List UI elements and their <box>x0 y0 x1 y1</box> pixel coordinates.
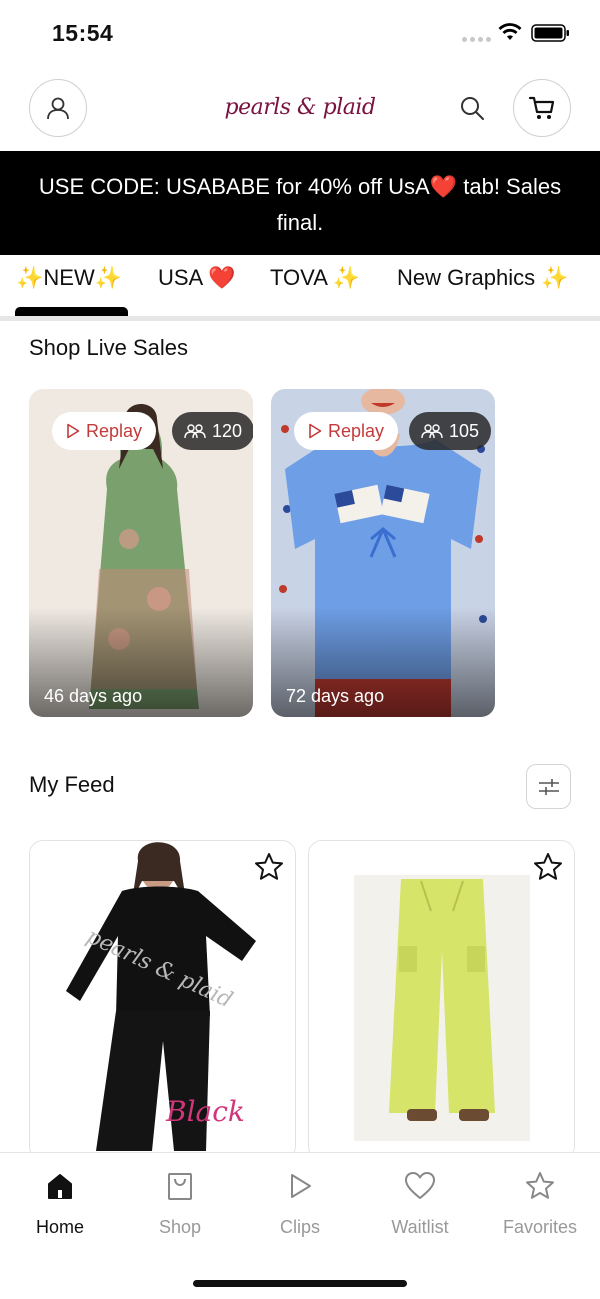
star-icon <box>526 1172 554 1199</box>
tab-tova[interactable]: TOVA ✨ <box>270 265 360 291</box>
replay-button[interactable]: Replay <box>52 412 157 450</box>
play-icon <box>309 423 322 439</box>
app-header: pearls & plaid <box>0 68 600 152</box>
viewer-count: 120 <box>212 420 243 441</box>
live-sale-card[interactable]: Replay 120 46 days ago <box>29 389 253 717</box>
favorite-button[interactable] <box>251 849 287 885</box>
cart-icon <box>528 96 555 119</box>
home-icon <box>48 1174 72 1199</box>
nav-label: Home <box>35 1217 84 1237</box>
profile-button[interactable] <box>29 79 87 137</box>
nav-label: Shop <box>158 1217 202 1237</box>
tab-usa[interactable]: USA ❤️ <box>158 265 236 291</box>
shop-bag-icon <box>168 1173 192 1200</box>
tab-new-graphics[interactable]: New Graphics ✨ <box>397 265 569 291</box>
category-tabs: ✨NEW✨ USA ❤️ TOVA ✨ New Graphics ✨ <box>0 255 600 317</box>
live-sale-age: 72 days ago <box>286 686 385 706</box>
battery-icon <box>531 24 569 42</box>
star-icon <box>534 853 562 880</box>
viewers-icon <box>184 424 206 439</box>
tabs-divider <box>0 316 600 321</box>
tab-new[interactable]: ✨NEW✨ <box>16 265 122 291</box>
live-sale-age: 46 days ago <box>44 686 143 706</box>
person-icon <box>47 97 69 120</box>
viewer-count: 105 <box>449 420 480 441</box>
nav-favorites[interactable]: Favorites <box>480 1169 600 1238</box>
nav-shop[interactable]: Shop <box>120 1169 240 1238</box>
viewer-count-badge: 105 <box>409 412 492 450</box>
product-image <box>309 841 574 1159</box>
status-time: 15:54 <box>52 20 114 46</box>
search-icon <box>461 97 484 120</box>
product-card[interactable] <box>308 840 575 1160</box>
feed-title: My Feed <box>29 772 115 797</box>
promo-banner[interactable]: USE CODE: USABABE for 40% off UsA❤️ tab!… <box>0 151 600 255</box>
wifi-icon <box>498 23 522 40</box>
brand-logo[interactable]: pearls & plaid <box>218 86 382 130</box>
home-indicator <box>193 1280 407 1287</box>
product-image: pearls & plaid Black <box>30 841 295 1159</box>
search-button[interactable] <box>456 92 488 124</box>
heart-icon <box>405 1172 435 1199</box>
filter-button[interactable] <box>526 764 571 809</box>
viewers-icon <box>421 424 443 439</box>
viewer-count-badge: 120 <box>172 412 253 450</box>
bottom-nav: Home Shop Clips Waitlist Favorites <box>0 1152 600 1299</box>
nav-label: Clips <box>279 1217 320 1237</box>
nav-label: Waitlist <box>391 1217 449 1237</box>
sliders-icon <box>538 778 559 795</box>
play-icon <box>67 423 80 439</box>
color-label: Black <box>165 1095 245 1128</box>
live-sale-card[interactable]: Replay 105 72 days ago <box>271 389 495 717</box>
live-sales-title: Shop Live Sales <box>29 335 188 360</box>
signal-icon <box>462 37 491 42</box>
replay-button[interactable]: Replay <box>294 412 399 450</box>
status-bar: 15:54 <box>0 0 600 68</box>
replay-label: Replay <box>86 420 143 441</box>
favorite-button[interactable] <box>530 849 566 885</box>
star-icon <box>255 853 283 880</box>
nav-waitlist[interactable]: Waitlist <box>360 1169 480 1238</box>
play-icon <box>291 1174 311 1198</box>
nav-clips[interactable]: Clips <box>240 1169 360 1238</box>
replay-label: Replay <box>328 420 385 441</box>
nav-label: Favorites <box>502 1217 578 1237</box>
product-card[interactable]: pearls & plaid Black <box>29 840 296 1160</box>
nav-home[interactable]: Home <box>0 1169 120 1238</box>
cart-button[interactable] <box>513 79 571 137</box>
